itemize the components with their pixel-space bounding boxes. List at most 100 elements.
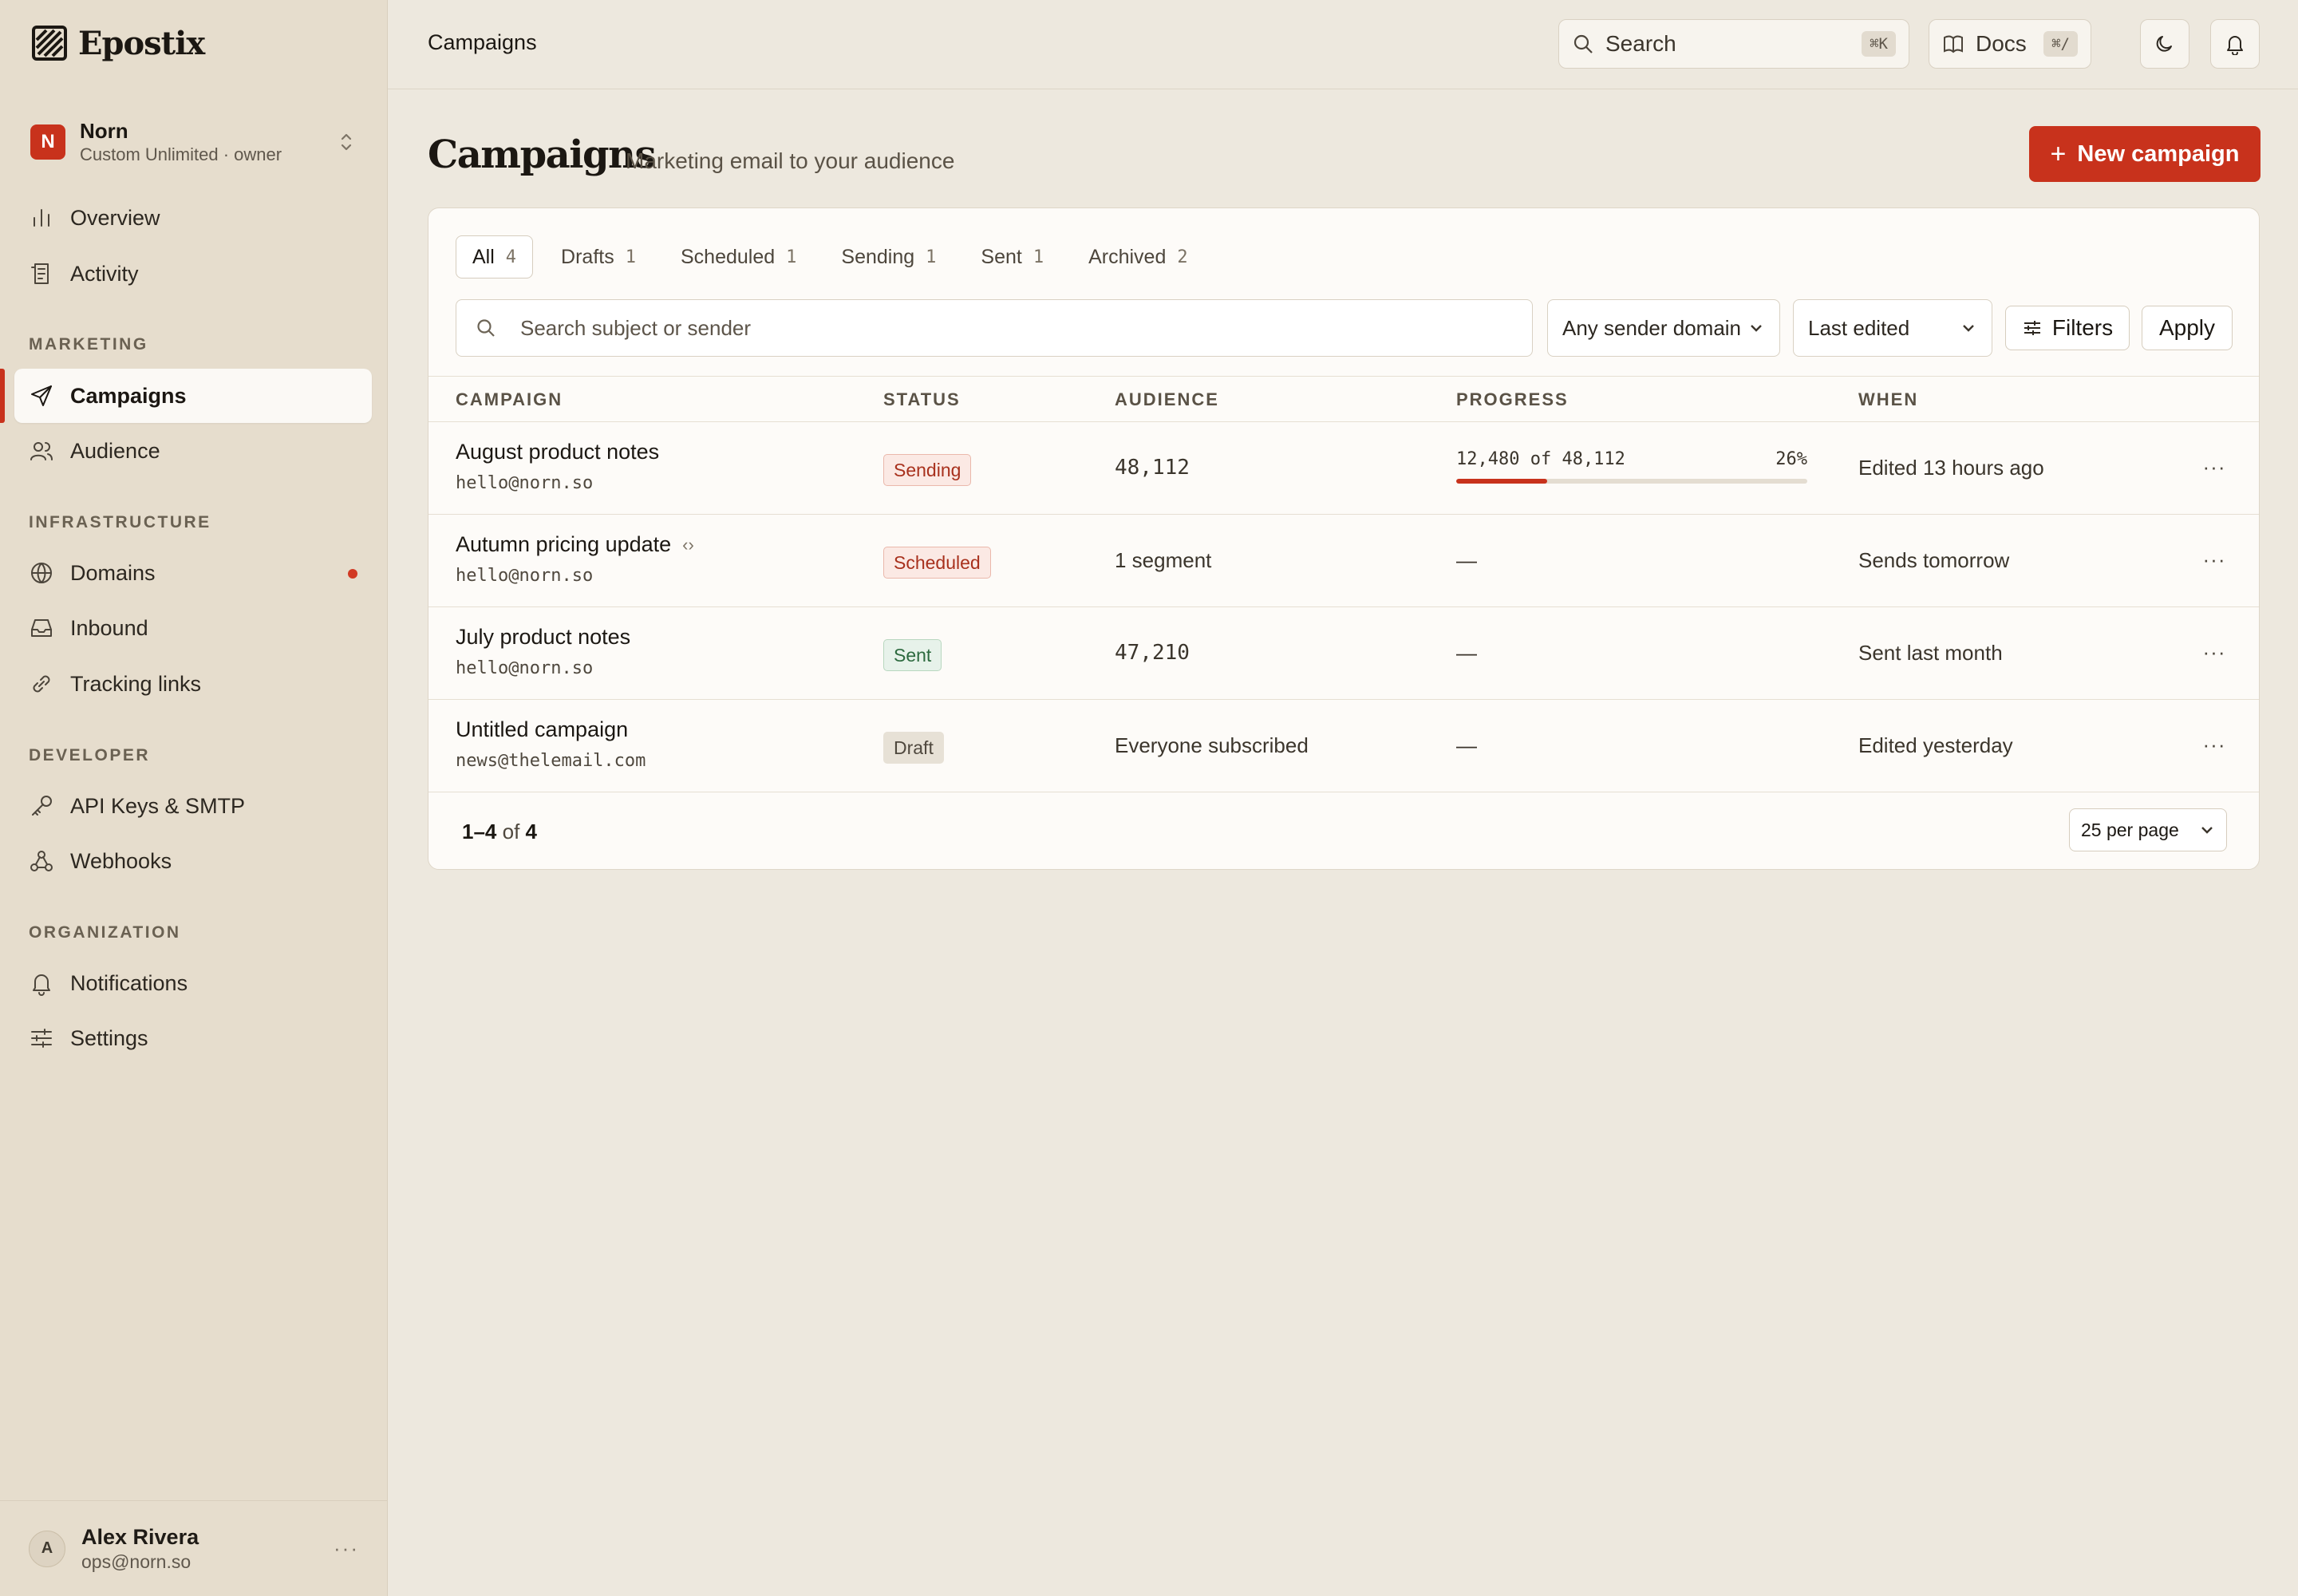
docs-button[interactable]: Docs ⌘/ bbox=[1929, 19, 2091, 69]
per-page-select[interactable]: 25 per page bbox=[2069, 808, 2227, 851]
campaign-sender: hello@norn.so bbox=[456, 473, 594, 493]
campaign-name[interactable]: Untitled campaign bbox=[456, 717, 628, 742]
audience-value: 48,112 bbox=[1115, 456, 1190, 480]
inbox-icon bbox=[31, 619, 52, 637]
column-header-campaign[interactable]: CAMPAIGN bbox=[456, 389, 563, 410]
top-bar: Campaigns Search ⌘K Docs ⌘/ bbox=[388, 0, 2298, 89]
tab-scheduled[interactable]: Scheduled 1 bbox=[664, 235, 813, 279]
users-icon bbox=[30, 442, 53, 460]
status-badge: Scheduled bbox=[883, 547, 991, 579]
progress-value: — bbox=[1456, 548, 1477, 572]
column-header-when[interactable]: WHEN bbox=[1858, 389, 1918, 410]
sort-select[interactable]: Last edited bbox=[1793, 299, 1992, 357]
filters-button[interactable]: Filters bbox=[2005, 306, 2130, 350]
sidebar-item-label: Domains bbox=[70, 560, 156, 585]
campaign-search-input[interactable] bbox=[520, 315, 1478, 341]
bell-icon bbox=[2227, 36, 2243, 55]
column-header-audience[interactable]: AUDIENCE bbox=[1115, 389, 1219, 410]
progress-percent: 26% bbox=[1775, 449, 1807, 469]
tab-label: Scheduled bbox=[680, 245, 776, 268]
sidebar-item-domains[interactable]: Domains bbox=[14, 546, 372, 600]
table-row[interactable]: Autumn pricing update ‹› hello@norn.so S… bbox=[428, 515, 2259, 607]
table-row[interactable]: Untitled campaign news@thelemail.com Dra… bbox=[428, 700, 2259, 792]
tab-all[interactable]: All 4 bbox=[456, 235, 534, 279]
section-label-marketing: MARKETING bbox=[29, 335, 148, 354]
brand[interactable]: Epostix bbox=[32, 22, 205, 64]
pagination-of: of bbox=[502, 820, 520, 843]
column-header-progress[interactable]: PROGRESS bbox=[1456, 389, 1569, 410]
sidebar-item-notifications[interactable]: Notifications bbox=[14, 956, 372, 1010]
campaign-name[interactable]: August product notes bbox=[456, 440, 659, 464]
status-badge: Sending bbox=[883, 454, 972, 486]
filters-label: Filters bbox=[2051, 315, 2114, 340]
row-more-button[interactable]: ··· bbox=[2198, 729, 2230, 760]
apply-button[interactable]: Apply bbox=[2142, 306, 2233, 350]
campaign-name[interactable]: July product notes bbox=[456, 625, 630, 650]
sidebar-item-label: Webhooks bbox=[70, 848, 172, 873]
tab-label: Sent bbox=[981, 245, 1022, 268]
sidebar-item-settings[interactable]: Settings bbox=[14, 1011, 372, 1065]
section-label-organization: ORGANIZATION bbox=[29, 923, 181, 942]
sidebar-item-label: Tracking links bbox=[70, 671, 202, 696]
theme-toggle-button[interactable] bbox=[2140, 19, 2189, 69]
table-row[interactable]: July product notes hello@norn.so Sent 47… bbox=[428, 607, 2259, 700]
workspace-avatar: N bbox=[30, 124, 65, 160]
column-header-status[interactable]: STATUS bbox=[883, 389, 961, 410]
sidebar: Epostix N Norn Custom Unlimited · owner … bbox=[0, 0, 388, 1596]
campaign-search[interactable] bbox=[456, 299, 1533, 357]
bell-icon bbox=[33, 974, 50, 996]
row-more-button[interactable]: ··· bbox=[2198, 636, 2230, 668]
tab-count: 1 bbox=[625, 247, 636, 267]
sidebar-item-audience[interactable]: Audience bbox=[14, 424, 372, 478]
status-tabs: All 4 Drafts 1 Scheduled 1 Sending 1 Sen… bbox=[456, 235, 1216, 279]
more-icon[interactable]: ··· bbox=[334, 1536, 359, 1561]
brand-logo-icon bbox=[32, 26, 67, 61]
when-value: Edited 13 hours ago bbox=[1858, 456, 2044, 480]
section-label-infrastructure: INFRASTRUCTURE bbox=[29, 513, 211, 531]
sidebar-item-activity[interactable]: Activity bbox=[14, 247, 372, 301]
sidebar-item-tracking-links[interactable]: Tracking links bbox=[14, 657, 372, 711]
sidebar-item-label: Notifications bbox=[70, 970, 188, 995]
chevron-down-icon bbox=[1751, 325, 1762, 332]
pagination-total: 4 bbox=[525, 820, 538, 843]
sidebar-item-overview[interactable]: Overview bbox=[14, 191, 372, 245]
user-menu[interactable]: A Alex Rivera ops@norn.so ··· bbox=[0, 1500, 388, 1596]
sidebar-item-inbound[interactable]: Inbound bbox=[14, 601, 372, 655]
progress-value: — bbox=[1456, 641, 1477, 665]
progress-value: — bbox=[1456, 733, 1477, 757]
plus-icon: + bbox=[2050, 139, 2067, 169]
sidebar-item-api-keys[interactable]: API Keys & SMTP bbox=[14, 779, 372, 833]
audience-value: 47,210 bbox=[1115, 641, 1190, 665]
docs-shortcut: ⌘/ bbox=[2043, 31, 2078, 57]
campaign-sender: news@thelemail.com bbox=[456, 751, 646, 771]
notifications-button[interactable] bbox=[2210, 19, 2260, 69]
row-more-button[interactable]: ··· bbox=[2198, 451, 2230, 483]
book-icon bbox=[1944, 35, 1963, 53]
chevron-up-down-icon bbox=[341, 133, 352, 151]
campaigns-card: All 4 Drafts 1 Scheduled 1 Sending 1 Sen… bbox=[428, 207, 2260, 870]
search-icon bbox=[477, 319, 495, 337]
status-badge: Sent bbox=[883, 639, 942, 671]
user-name: Alex Rivera bbox=[81, 1524, 199, 1549]
sidebar-item-campaigns[interactable]: Campaigns bbox=[14, 369, 372, 423]
table-row[interactable]: August product notes hello@norn.so Sendi… bbox=[428, 422, 2259, 515]
webhook-icon bbox=[30, 851, 53, 871]
workspace-switcher[interactable]: N Norn Custom Unlimited · owner bbox=[14, 107, 372, 177]
row-more-button[interactable]: ··· bbox=[2198, 543, 2230, 575]
new-campaign-button[interactable]: + New campaign bbox=[2029, 126, 2260, 182]
progress-bar-fill bbox=[1456, 479, 1548, 484]
chevron-down-icon bbox=[2201, 827, 2213, 834]
tab-sending[interactable]: Sending 1 bbox=[824, 235, 953, 279]
tab-archived[interactable]: Archived 2 bbox=[1072, 235, 1205, 279]
tab-drafts[interactable]: Drafts 1 bbox=[544, 235, 653, 279]
new-campaign-label: New campaign bbox=[2077, 140, 2240, 167]
tab-sent[interactable]: Sent 1 bbox=[964, 235, 1060, 279]
global-search[interactable]: Search ⌘K bbox=[1558, 19, 1909, 69]
campaign-name[interactable]: Autumn pricing update ‹› bbox=[456, 532, 694, 557]
select-value: Last edited bbox=[1808, 315, 1910, 340]
sender-domain-select[interactable]: Any sender domain bbox=[1547, 299, 1780, 357]
select-value: 25 per page bbox=[2081, 819, 2179, 840]
tab-label: Archived bbox=[1088, 245, 1167, 268]
sidebar-item-webhooks[interactable]: Webhooks bbox=[14, 834, 372, 888]
tab-count: 4 bbox=[505, 247, 517, 267]
